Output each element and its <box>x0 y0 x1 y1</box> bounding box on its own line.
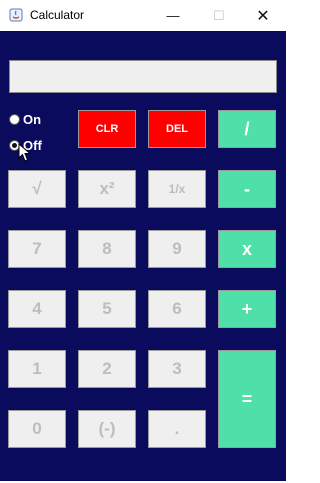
delete-button[interactable]: DEL <box>148 110 206 148</box>
maximize-button[interactable]: ☐ <box>196 0 242 31</box>
title-bar: Calculator — ☐ ✕ <box>0 0 286 32</box>
equals-button[interactable]: = <box>218 350 276 448</box>
mouse-cursor-icon <box>18 143 32 162</box>
close-button[interactable]: ✕ <box>240 0 286 31</box>
power-on-label: On <box>23 112 42 127</box>
divide-button[interactable]: / <box>218 110 276 148</box>
digit-5-button[interactable]: 5 <box>78 290 136 328</box>
digit-0-button[interactable]: 0 <box>8 410 66 448</box>
square-button[interactable]: x² <box>78 170 136 208</box>
radio-dot <box>9 114 20 125</box>
reciprocal-button[interactable]: 1/x <box>148 170 206 208</box>
multiply-button[interactable]: x <box>218 230 276 268</box>
digit-2-button[interactable]: 2 <box>78 350 136 388</box>
decimal-button[interactable]: . <box>148 410 206 448</box>
negate-button[interactable]: (-) <box>78 410 136 448</box>
digit-6-button[interactable]: 6 <box>148 290 206 328</box>
digit-7-button[interactable]: 7 <box>8 230 66 268</box>
digit-3-button[interactable]: 3 <box>148 350 206 388</box>
java-app-icon <box>9 8 23 22</box>
display-field[interactable] <box>9 60 277 93</box>
minimize-button[interactable]: — <box>150 0 196 31</box>
power-on-radio[interactable]: On <box>9 112 41 127</box>
digit-9-button[interactable]: 9 <box>148 230 206 268</box>
sqrt-button[interactable]: √ <box>8 170 66 208</box>
digit-4-button[interactable]: 4 <box>8 290 66 328</box>
plus-button[interactable]: + <box>218 290 276 328</box>
calculator-panel: On Off CLR DEL / √ x² 1/x - 7 8 9 x 4 5 … <box>0 31 286 481</box>
digit-8-button[interactable]: 8 <box>78 230 136 268</box>
minus-button[interactable]: - <box>218 170 276 208</box>
clear-button[interactable]: CLR <box>78 110 136 148</box>
digit-1-button[interactable]: 1 <box>8 350 66 388</box>
window-title: Calculator <box>30 8 85 22</box>
